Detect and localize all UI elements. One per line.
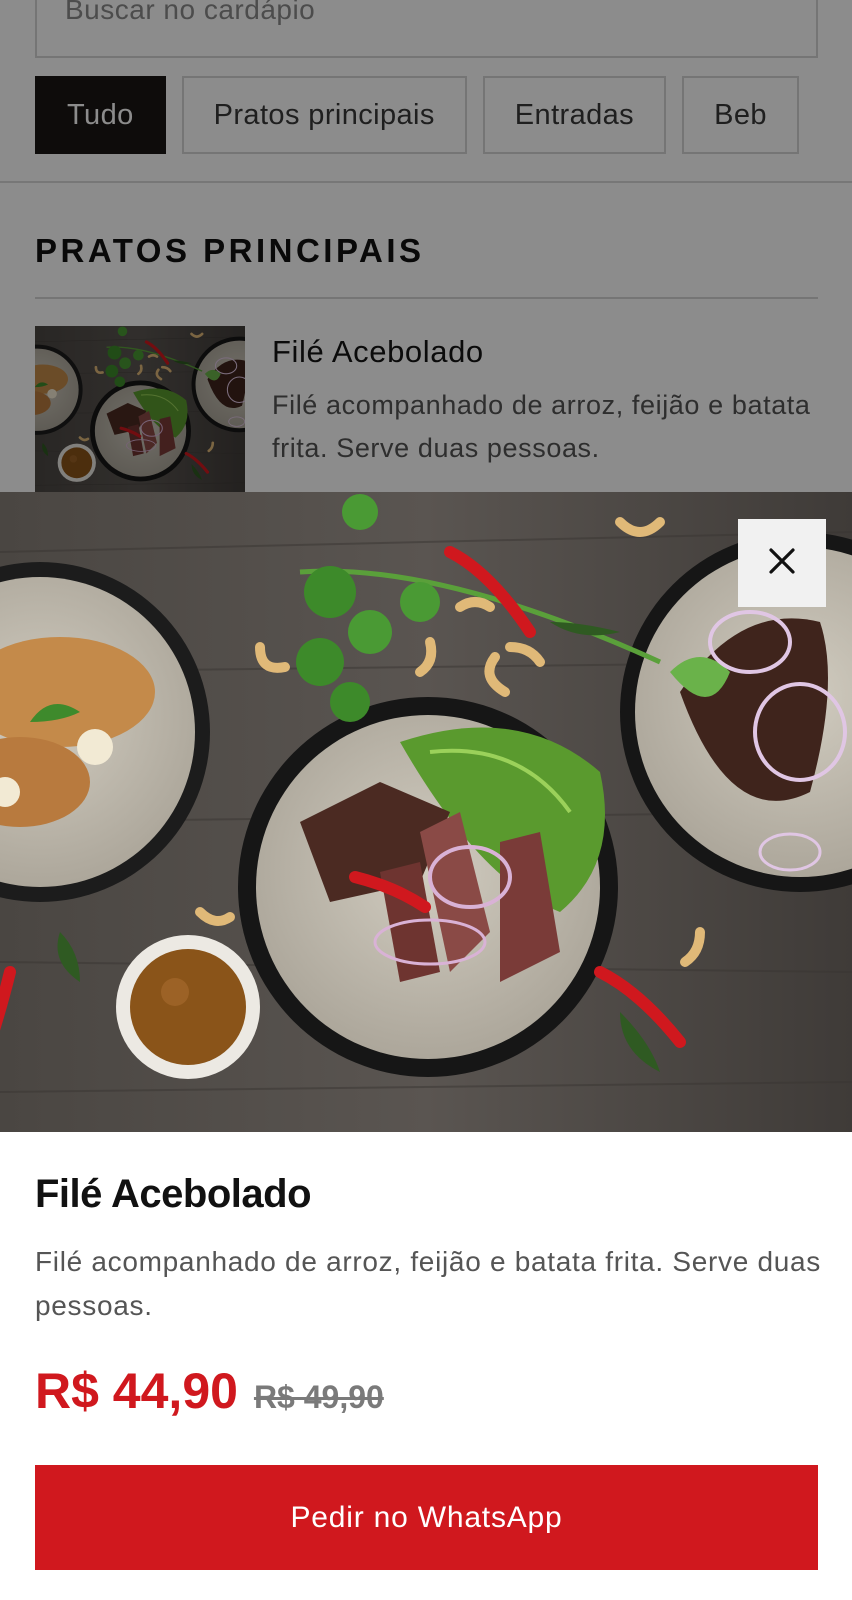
price-row: R$ 44,90 R$ 49,90 [35, 1362, 384, 1422]
old-price: R$ 49,90 [253, 1379, 384, 1415]
order-whatsapp-button[interactable]: Pedir no WhatsApp [35, 1465, 818, 1570]
close-icon [767, 546, 797, 581]
current-price: R$ 44,90 [35, 1363, 238, 1419]
item-title: Filé Acebolado [35, 1172, 312, 1216]
item-hero-image [0, 492, 852, 1132]
item-description: Filé acompanhado de arroz, feijão e bata… [35, 1246, 821, 1321]
item-detail-sheet: Filé Acebolado Filé acompanhado de arroz… [0, 492, 852, 1600]
close-button[interactable] [738, 519, 826, 607]
